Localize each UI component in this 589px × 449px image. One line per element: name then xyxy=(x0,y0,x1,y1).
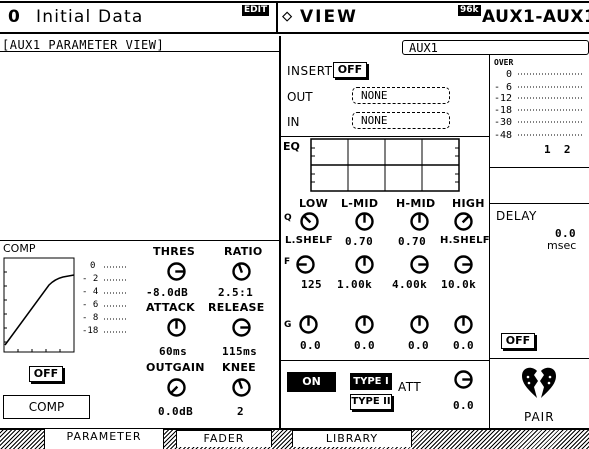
eq-lmid-q-knob[interactable] xyxy=(355,212,374,231)
eq-hmid-f-knob[interactable] xyxy=(410,255,429,274)
level-meter: OVER 0 - 6 -12 -18 -30 -48 1 2 xyxy=(494,58,582,156)
comp-attack-value: 60ms xyxy=(159,345,188,358)
eq-low-q-knob[interactable] xyxy=(300,212,319,231)
comp-attack-label: ATTACK xyxy=(146,301,195,314)
eq-high-q-value: H.SHELF xyxy=(440,235,490,246)
eq-att-value: 0.0 xyxy=(453,399,475,412)
comp-curve-graph xyxy=(3,257,75,353)
eq-band-low: LOW xyxy=(299,197,329,210)
scene-number[interactable]: 0 xyxy=(8,9,20,26)
eq-lmid-f-value: 1.00k xyxy=(337,278,373,291)
comp-thres-label: THRES xyxy=(153,245,196,258)
eq-low-q-value: L.SHELF xyxy=(285,235,333,246)
eq-on-button[interactable]: ON xyxy=(287,372,336,392)
eq-low-g-knob[interactable] xyxy=(299,315,318,334)
comp-ratio-knob[interactable] xyxy=(232,262,251,281)
eq-q-label: Q xyxy=(284,213,292,223)
eq-low-f-value: 125 xyxy=(301,278,323,291)
insert-out-label: OUT xyxy=(287,90,313,104)
comp-knee-label: KNEE xyxy=(222,361,256,374)
delay-value: 0.0 xyxy=(555,227,577,240)
comp-release-value: 115ms xyxy=(222,345,258,358)
eq-hmid-g-knob[interactable] xyxy=(410,315,429,334)
comp-thres-knob[interactable] xyxy=(167,262,186,281)
comp-label: COMP xyxy=(3,242,36,255)
eq-high-g-knob[interactable] xyxy=(454,315,473,334)
eq-label: EQ xyxy=(283,140,300,153)
comp-ratio-value: 2.5:1 xyxy=(218,286,254,299)
comp-type-field[interactable]: COMP xyxy=(3,395,90,419)
eq-att-label: ATT xyxy=(398,380,422,394)
insert-in-label: IN xyxy=(287,115,300,129)
comp-off-button[interactable]: OFF xyxy=(29,366,63,382)
eq-hmid-q-value: 0.70 xyxy=(398,235,427,248)
channel-name-field[interactable]: AUX1 xyxy=(402,40,589,55)
eq-lmid-f-knob[interactable] xyxy=(355,255,374,274)
comp-knee-value: 2 xyxy=(237,405,245,418)
eq-high-q-knob[interactable] xyxy=(454,212,473,231)
eq-lmid-g-knob[interactable] xyxy=(355,315,374,334)
eq-g-label: G xyxy=(284,320,292,330)
tab-fader[interactable]: FADER xyxy=(176,430,272,447)
comp-ratio-label: RATIO xyxy=(224,245,263,258)
delay-off-button[interactable]: OFF xyxy=(501,333,535,349)
eq-band-hmid: H-MID xyxy=(396,197,436,210)
eq-hmid-f-value: 4.00k xyxy=(392,278,428,291)
pair-button[interactable]: PAIR xyxy=(491,359,588,429)
sample-rate-badge: 96k xyxy=(458,5,481,16)
meter-channel-labels: 1 2 xyxy=(544,143,571,156)
header-bar: 0 Initial Data EDIT ◇ VIEW 96k AUX1-AUX1 xyxy=(0,0,589,36)
comp-knee-knob[interactable] xyxy=(232,378,251,397)
comp-outgain-value: 0.0dB xyxy=(158,405,194,418)
tab-library[interactable]: LIBRARY xyxy=(292,430,412,447)
insert-out-field[interactable]: NONE xyxy=(352,87,450,104)
diamond-icon: ◇ xyxy=(282,6,293,26)
parameter-view-title: [AUX1 PARAMETER VIEW] xyxy=(2,38,165,52)
eq-lmid-q-value: 0.70 xyxy=(345,235,374,248)
pair-label: PAIR xyxy=(524,410,555,424)
eq-low-f-knob[interactable] xyxy=(296,255,315,274)
comp-scale: 0 - 2 - 4 - 6 - 8 -18 xyxy=(82,261,128,336)
eq-type2-button[interactable]: TYPE II xyxy=(350,394,392,410)
edit-badge: EDIT xyxy=(242,5,270,16)
eq-curve-graph xyxy=(310,138,460,192)
comp-outgain-label: OUTGAIN xyxy=(146,361,205,374)
eq-high-g-value: 0.0 xyxy=(453,339,475,352)
insert-off-button[interactable]: OFF xyxy=(333,62,367,78)
channel-title[interactable]: AUX1-AUX1 xyxy=(482,9,589,26)
delay-unit: msec xyxy=(547,239,577,252)
eq-lmid-g-value: 0.0 xyxy=(354,339,376,352)
comp-release-knob[interactable] xyxy=(232,318,251,337)
eq-high-f-value: 10.0k xyxy=(441,278,477,291)
eq-band-high: HIGH xyxy=(452,197,485,210)
comp-thres-value: -8.0dB xyxy=(146,286,189,299)
eq-type1-button[interactable]: TYPE I xyxy=(350,373,392,390)
view-title: VIEW xyxy=(300,7,358,27)
comp-release-label: RELEASE xyxy=(208,301,265,314)
broken-heart-icon xyxy=(522,367,556,398)
tab-parameter[interactable]: PARAMETER xyxy=(44,429,164,449)
eq-hmid-g-value: 0.0 xyxy=(408,339,430,352)
delay-label: DELAY xyxy=(496,209,537,223)
eq-hmid-q-knob[interactable] xyxy=(410,212,429,231)
insert-in-field[interactable]: NONE xyxy=(352,112,450,129)
eq-f-label: F xyxy=(284,257,291,267)
scene-title[interactable]: Initial Data xyxy=(36,9,143,26)
eq-low-g-value: 0.0 xyxy=(300,339,322,352)
eq-high-f-knob[interactable] xyxy=(454,255,473,274)
comp-outgain-knob[interactable] xyxy=(167,378,186,397)
eq-att-knob[interactable] xyxy=(454,370,473,389)
comp-attack-knob[interactable] xyxy=(167,318,186,337)
eq-band-lmid: L-MID xyxy=(341,197,379,210)
insert-label: INSERT xyxy=(287,64,333,78)
